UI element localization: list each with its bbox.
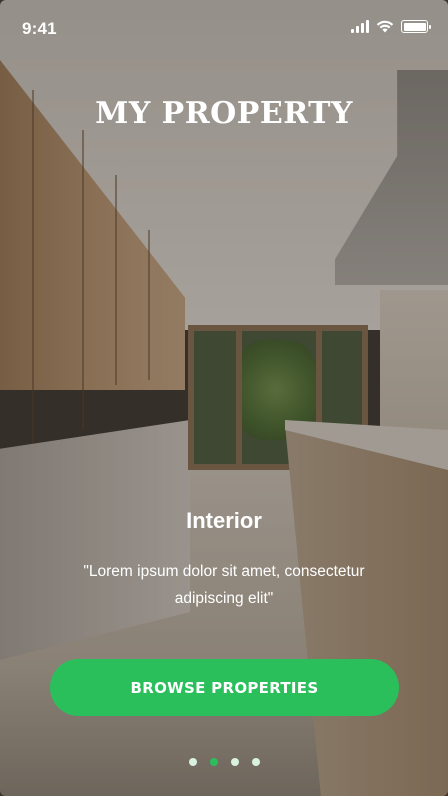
- page-dot[interactable]: [251, 758, 260, 766]
- cellular-signal-icon: [351, 20, 369, 33]
- status-bar: 9:41: [0, 0, 448, 56]
- page-indicator: [0, 758, 448, 766]
- slide-title: Interior: [186, 508, 262, 533]
- page-dot[interactable]: [209, 758, 218, 766]
- slide-description: "Lorem ipsum dolor sit amet, consectetur…: [83, 563, 365, 607]
- wifi-icon: [376, 20, 394, 33]
- browse-properties-button[interactable]: BROWSE PROPERTIES: [50, 659, 399, 716]
- onboarding-screen: 9:41 MY PROPERTY Interior "Lorem ipsum d…: [0, 0, 448, 796]
- status-icons: [351, 20, 431, 33]
- app-title: MY PROPERTY: [95, 96, 353, 131]
- status-time: 9:41: [22, 19, 57, 38]
- page-dot[interactable]: [188, 758, 197, 766]
- page-dot[interactable]: [230, 758, 239, 766]
- battery-icon: [401, 20, 431, 33]
